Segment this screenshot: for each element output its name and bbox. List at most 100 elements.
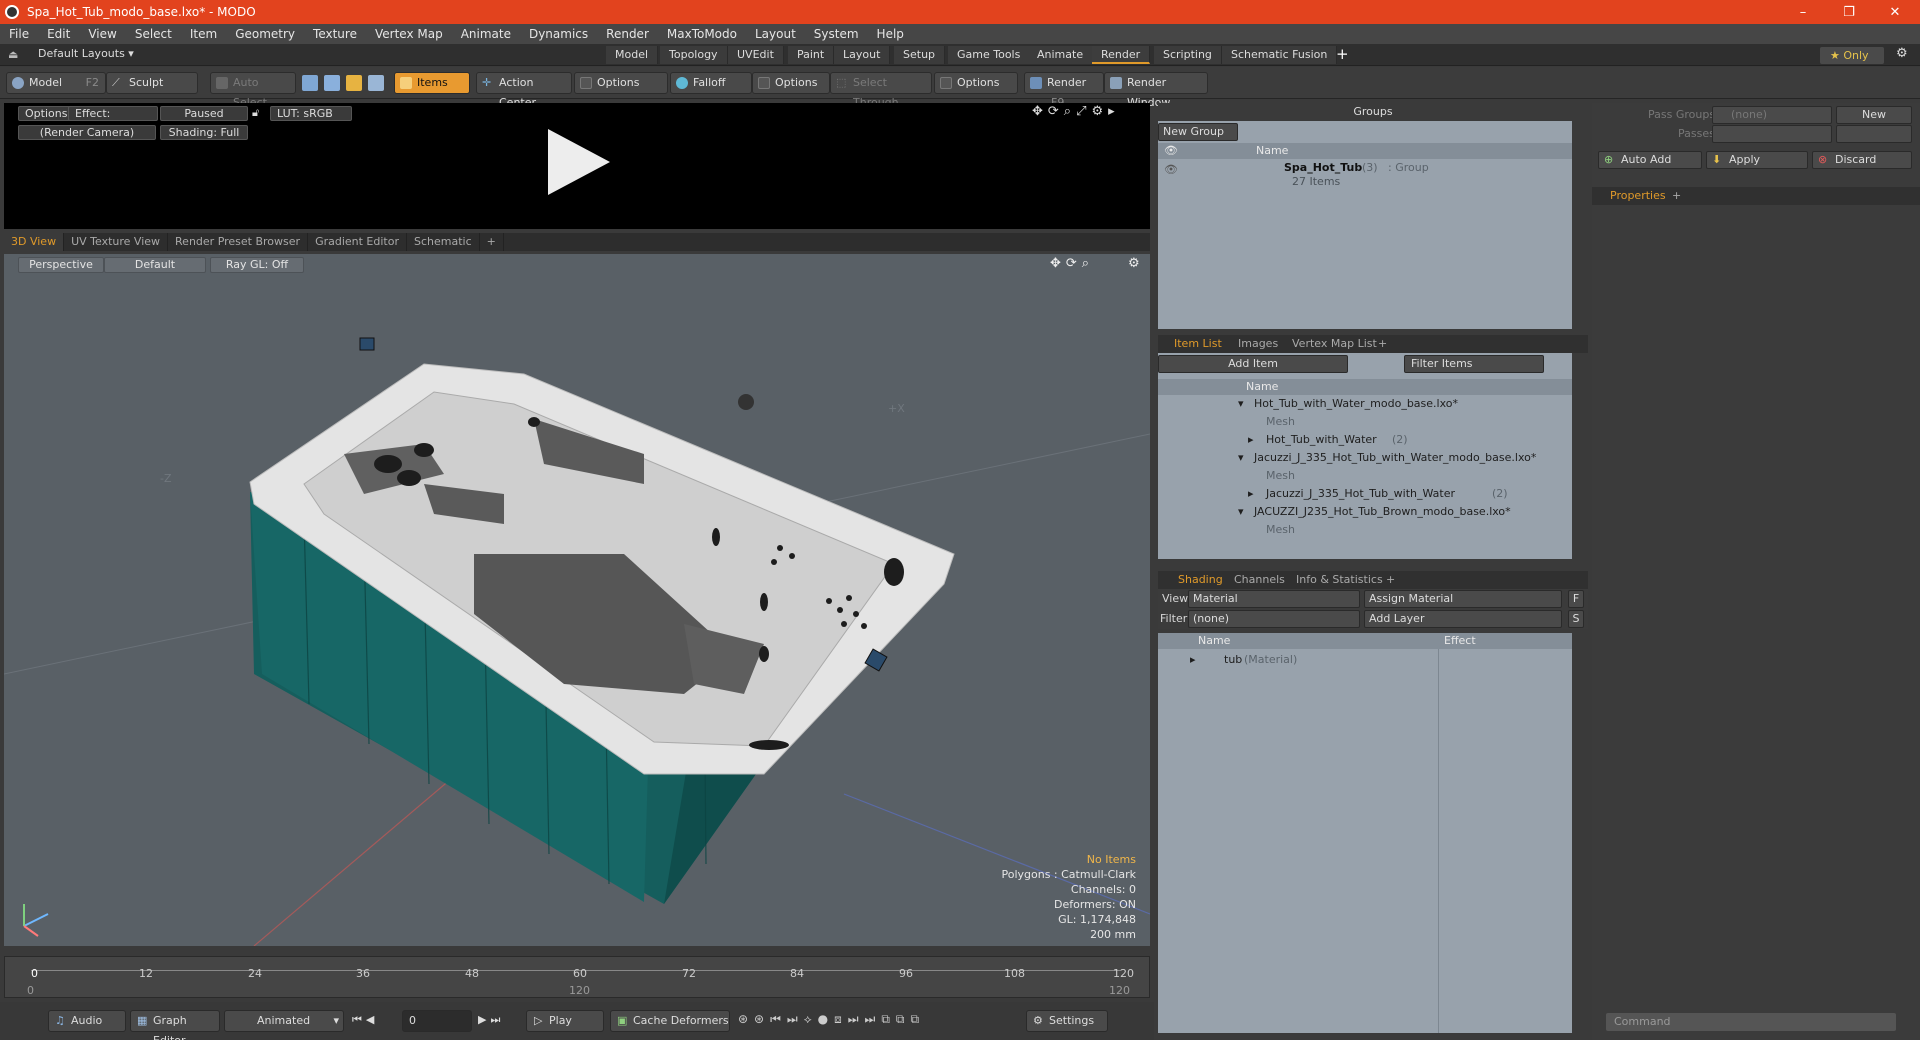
audio-button[interactable]: ♫ Audio xyxy=(48,1010,126,1032)
discard-button[interactable]: ⊗ Discard xyxy=(1812,151,1912,169)
settings-button[interactable]: ⚙ Settings xyxy=(1026,1010,1108,1032)
list-item[interactable]: Mesh xyxy=(1158,467,1572,485)
menu-geometry[interactable]: Geometry xyxy=(226,27,304,41)
tab-setup[interactable]: Setup xyxy=(894,46,946,64)
tab-channels[interactable]: Channels xyxy=(1234,571,1285,589)
lock-icon[interactable]: 🔓︎ xyxy=(252,106,259,120)
tab-animate[interactable]: Animate xyxy=(1028,46,1094,64)
filter-items-input[interactable]: Filter Items xyxy=(1404,355,1544,373)
expand-arrow-icon[interactable]: ▾ xyxy=(1238,395,1244,413)
tab-render[interactable]: Render xyxy=(1092,46,1151,64)
expand-arrow-icon[interactable]: ▸ xyxy=(1190,651,1196,669)
tab-schematic-fusion[interactable]: Schematic Fusion xyxy=(1222,46,1338,64)
falloff-options-button[interactable]: Options xyxy=(752,72,830,94)
add-layout-tab-button[interactable]: + xyxy=(1336,45,1349,63)
auto-select-button[interactable]: Auto Select xyxy=(210,72,296,109)
sculpt-button[interactable]: ⟋ Sculpt xyxy=(106,72,198,94)
menu-help[interactable]: Help xyxy=(868,27,913,41)
edge-mode-icon[interactable] xyxy=(324,75,340,91)
command-input[interactable]: Command xyxy=(1606,1013,1896,1031)
menu-system[interactable]: System xyxy=(805,27,868,41)
menu-edit[interactable]: Edit xyxy=(38,27,79,41)
menu-texture[interactable]: Texture xyxy=(304,27,366,41)
menu-render[interactable]: Render xyxy=(597,27,658,41)
tab-model[interactable]: Model xyxy=(606,46,659,64)
tab-uvedit[interactable]: UVEdit xyxy=(728,46,784,64)
shading-s-button[interactable]: S xyxy=(1568,610,1584,628)
expand-arrow-icon[interactable]: ▾ xyxy=(1238,449,1244,467)
assign-material-dropdown[interactable]: Assign Material xyxy=(1364,590,1562,608)
preview-options-button[interactable]: Options xyxy=(18,106,75,121)
render-button[interactable]: Render F9 xyxy=(1024,72,1104,109)
group-row[interactable]: 👁︎ Spa_Hot_Tub (3) : Group 27 Items xyxy=(1158,159,1572,195)
key-tools-icons[interactable]: ⊛⊛⏮⏭⟡●⧈⏭⏭⧉⧉⧉ xyxy=(738,1012,925,1027)
menu-vertex-map[interactable]: Vertex Map xyxy=(366,27,452,41)
layout-selector[interactable]: Default Layouts ▾ xyxy=(38,47,134,60)
only-toggle[interactable]: ★ Only xyxy=(1820,47,1884,64)
list-item[interactable]: ▾ Hot_Tub_with_Water_modo_base.lxo* xyxy=(1158,395,1572,413)
view-dropdown[interactable]: Material xyxy=(1188,590,1360,608)
list-item[interactable]: ▾ JACUZZI_J235_Hot_Tub_Brown_modo_base.l… xyxy=(1158,503,1572,521)
render-window-button[interactable]: Render Window xyxy=(1104,72,1208,109)
restore-button[interactable]: ❐ xyxy=(1826,0,1872,24)
tab-gradient-editor[interactable]: Gradient Editor xyxy=(308,233,407,251)
prev-key-icons[interactable]: ⏮◀ xyxy=(352,1013,378,1027)
frame-input[interactable]: 0 xyxy=(402,1010,472,1032)
tab-3d-view[interactable]: 3D View xyxy=(4,233,65,251)
tab-scripting[interactable]: Scripting xyxy=(1154,46,1222,64)
falloff-button[interactable]: Falloff xyxy=(670,72,752,94)
passes-dropdown[interactable] xyxy=(1712,125,1832,143)
tab-topology[interactable]: Topology xyxy=(660,46,728,64)
menu-animate[interactable]: Animate xyxy=(452,27,520,41)
tab-uv-texture-view[interactable]: UV Texture View xyxy=(64,233,169,251)
visibility-icon[interactable]: 👁︎ xyxy=(1164,163,1178,176)
preview-nav-icons[interactable]: ✥⟳⌕⤢⚙▸ xyxy=(1032,104,1120,119)
pass-groups-dropdown[interactable]: (none) xyxy=(1712,106,1832,124)
action-center-options-button[interactable]: Options xyxy=(574,72,668,94)
animated-dropdown[interactable]: Animated ▾ xyxy=(224,1010,344,1032)
new-pass-button[interactable] xyxy=(1836,125,1912,143)
preview-status-button[interactable]: Paused xyxy=(160,106,248,121)
expand-arrow-icon[interactable]: ▾ xyxy=(1238,503,1244,521)
action-center-button[interactable]: ✛ Action Center xyxy=(476,72,572,109)
vertex-mode-icon[interactable] xyxy=(302,75,318,91)
polygon-mode-icon[interactable] xyxy=(346,75,362,91)
tab-shading[interactable]: Shading xyxy=(1178,571,1223,589)
add-item-dropdown[interactable]: Add Item xyxy=(1158,355,1348,373)
apply-button[interactable]: ⬇ Apply xyxy=(1706,151,1808,169)
play-preview-icon[interactable] xyxy=(544,127,614,197)
tab-images[interactable]: Images xyxy=(1238,335,1278,353)
add-item-tab-button[interactable]: + xyxy=(1378,335,1387,353)
expand-arrow-icon[interactable]: ▸ xyxy=(1248,485,1254,503)
shading-dropdown[interactable]: Shading: Full xyxy=(160,125,248,140)
close-button[interactable]: ✕ xyxy=(1872,0,1918,24)
tab-render-preset-browser[interactable]: Render Preset Browser xyxy=(168,233,309,251)
minimize-button[interactable]: – xyxy=(1780,0,1826,24)
model-mode-button[interactable]: Model F2 xyxy=(6,72,106,94)
menu-item[interactable]: Item xyxy=(181,27,226,41)
expand-arrow-icon[interactable]: ▸ xyxy=(1248,431,1254,449)
graph-editor-button[interactable]: ▦ Graph Editor xyxy=(130,1010,220,1040)
shading-f-button[interactable]: F xyxy=(1568,590,1584,608)
auto-add-button[interactable]: ⊕ Auto Add xyxy=(1598,151,1702,169)
3d-viewport[interactable]: Perspective Default Ray GL: Off ✥⟳⌕ ⚙ +X… xyxy=(4,254,1150,946)
cache-deformers-button[interactable]: ▣ Cache Deformers xyxy=(610,1010,730,1032)
lut-dropdown[interactable]: LUT: sRGB xyxy=(270,106,352,121)
add-properties-tab-button[interactable]: + xyxy=(1672,187,1681,205)
tab-layout[interactable]: Layout xyxy=(834,46,891,64)
material-mode-icon[interactable] xyxy=(368,75,384,91)
shader-tree-row[interactable]: ▸ tub (Material) xyxy=(1158,651,1572,669)
menu-file[interactable]: File xyxy=(0,27,38,41)
filter-dropdown[interactable]: (none) xyxy=(1188,610,1360,628)
effect-dropdown[interactable]: Effect: (Shadi... xyxy=(68,106,158,121)
add-shading-tab-button[interactable]: + xyxy=(1386,571,1395,589)
add-viewport-tab-button[interactable]: + xyxy=(480,233,504,251)
menu-maxtomodo[interactable]: MaxToModo xyxy=(658,27,746,41)
list-item[interactable]: Mesh xyxy=(1158,413,1572,431)
tab-item-list[interactable]: Item List xyxy=(1174,335,1222,353)
tab-info-statistics[interactable]: Info & Statistics xyxy=(1296,571,1383,589)
next-key-icons[interactable]: ▶⏭ xyxy=(478,1013,504,1027)
menu-layout[interactable]: Layout xyxy=(746,27,805,41)
timeline[interactable]: 0 12 24 36 48 60 72 84 96 108 120 0 120 … xyxy=(4,956,1150,998)
new-pass-group-button[interactable]: New xyxy=(1836,106,1912,124)
